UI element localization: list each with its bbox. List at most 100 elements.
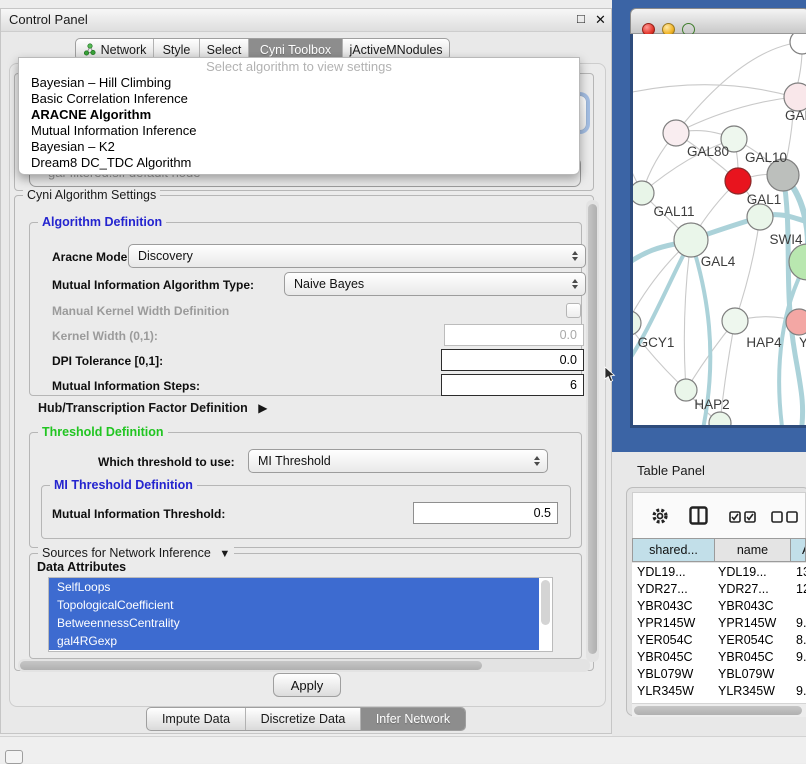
mi-type-value: Naive Bayes — [294, 277, 364, 291]
tab-infer-network[interactable]: Infer Network — [361, 708, 465, 730]
node — [789, 244, 806, 280]
mi-threshold-label: Mutual Information Threshold: — [52, 507, 225, 521]
network-window[interactable]: GAL GAL80 GAL10 GAL1 GAL11 SWI4 GAL4 GCY… — [630, 8, 806, 428]
node — [790, 34, 806, 54]
aracne-mode-value: Discovery — [138, 249, 193, 263]
status-bar — [0, 736, 806, 763]
table-row[interactable]: YBR043C YBR043C — [632, 597, 806, 614]
combo-arrows-icon — [534, 456, 540, 466]
table-panel-title: Table Panel — [637, 463, 705, 478]
kernel-width-field[interactable]: 0.0 — [444, 324, 584, 346]
dropdown-item[interactable]: Basic Correlation Inference — [19, 91, 579, 107]
svg-text:GAL1: GAL1 — [747, 192, 782, 207]
tab-discretize-data[interactable]: Discretize Data — [246, 708, 361, 730]
tab-impute-data[interactable]: Impute Data — [147, 708, 246, 730]
algorithm-dropdown-menu: Select algorithm to view settings Bayesi… — [18, 57, 580, 175]
manual-kernel-checkbox[interactable] — [566, 303, 581, 318]
column-header-clipped[interactable]: A — [791, 539, 805, 561]
mi-threshold-group: MI Threshold Definition Mutual Informati… — [41, 485, 571, 539]
svg-text:HAP4: HAP4 — [746, 335, 782, 350]
dropdown-item-selected[interactable]: ARACNE Algorithm — [19, 107, 579, 123]
settings-hscrollbar[interactable] — [18, 659, 590, 672]
table-row[interactable]: YBL079W YBL079W — [632, 665, 806, 682]
hub-expander[interactable]: Hub/Transcription Factor Definition ▶ — [38, 401, 267, 415]
table-toolbar — [632, 492, 806, 538]
aracne-mode-combobox[interactable]: Discovery — [128, 244, 586, 268]
split-columns-icon[interactable] — [689, 506, 709, 530]
mouse-cursor — [604, 366, 616, 388]
hub-expander-label: Hub/Transcription Factor Definition — [38, 401, 248, 415]
combo-arrows-icon — [572, 279, 578, 289]
column-header-name[interactable]: name — [715, 539, 791, 561]
table-panel: Table Panel shared... — [612, 452, 806, 736]
node — [747, 204, 773, 230]
svg-text:GAL10: GAL10 — [745, 150, 787, 165]
data-attributes-list[interactable]: SelfLoops TopologicalCoefficient Between… — [48, 577, 553, 652]
list-item[interactable]: TopologicalCoefficient — [49, 596, 539, 614]
list-item[interactable]: gal4RGexp — [49, 632, 539, 650]
algorithm-definition-title: Algorithm Definition — [38, 215, 166, 229]
dropdown-item[interactable]: Bayesian – Hill Climbing — [19, 75, 579, 91]
mi-threshold-field[interactable]: 0.5 — [413, 502, 558, 524]
dropdown-item[interactable]: Mutual Information Inference — [19, 123, 579, 139]
settings-group-title: Cyni Algorithm Settings — [23, 188, 160, 202]
manual-kernel-label: Manual Kernel Width Definition — [52, 304, 229, 318]
dpi-tolerance-field[interactable]: 0.0 — [441, 349, 584, 371]
cyni-algorithm-settings-group: Cyni Algorithm Settings Algorithm Defini… — [14, 195, 594, 671]
svg-text:GAL4: GAL4 — [701, 254, 736, 269]
table-row[interactable]: YER054C YER054C 8. — [632, 631, 806, 648]
apply-button[interactable]: Apply — [273, 673, 341, 697]
which-threshold-combobox[interactable]: MI Threshold — [248, 449, 548, 473]
combo-arrows-icon — [572, 251, 578, 261]
mi-steps-field[interactable]: 6 — [441, 374, 584, 396]
node — [722, 308, 748, 334]
control-panel-titlebar: Control Panel □ ✕ — [1, 9, 611, 32]
node — [663, 120, 689, 146]
list-scrollbar[interactable] — [541, 580, 550, 625]
svg-text:GAL: GAL — [785, 108, 806, 123]
gear-icon[interactable] — [651, 507, 669, 530]
settings-vscrollbar[interactable] — [586, 200, 599, 662]
table-rows[interactable]: YDL19... YDL19... 13... YDR27... YDR27..… — [632, 563, 806, 703]
dropdown-placeholder: Select algorithm to view settings — [19, 58, 579, 75]
table-row[interactable]: YBR045C YBR045C 9. — [632, 648, 806, 665]
list-item[interactable]: SelfLoops — [49, 578, 539, 596]
sources-group: Sources for Network Inference ▼ Data Att… — [29, 553, 582, 659]
table-row[interactable]: YDL19... YDL19... 13... — [632, 563, 806, 580]
list-item[interactable]: BetweennessCentrality — [49, 614, 539, 632]
mi-type-label: Mutual Information Algorithm Type: — [52, 278, 254, 292]
table-row[interactable]: YDR27... YDR27... 12... — [632, 580, 806, 597]
node — [784, 83, 806, 111]
mi-type-combobox[interactable]: Naive Bayes — [284, 272, 586, 296]
panel-title: Control Panel — [9, 12, 88, 27]
network-window-titlebar[interactable] — [630, 8, 806, 34]
node — [674, 223, 708, 257]
dropdown-item[interactable]: Bayesian – K2 — [19, 139, 579, 155]
which-threshold-label: Which threshold to use: — [98, 455, 235, 469]
unchecked-checkboxes-icon[interactable] — [771, 510, 799, 528]
network-icon — [83, 43, 96, 56]
table-row[interactable]: YLR345W YLR345W 9. — [632, 682, 806, 699]
svg-text:SWI4: SWI4 — [769, 232, 802, 247]
data-attributes-label: Data Attributes — [37, 560, 126, 574]
threshold-definition-group: Threshold Definition Which threshold to … — [29, 432, 582, 548]
mi-steps-label: Mutual Information Steps: — [52, 379, 200, 393]
bottom-tabs: Impute Data Discretize Data Infer Networ… — [146, 707, 466, 731]
node — [633, 181, 654, 205]
table-hscrollbar[interactable] — [632, 703, 806, 717]
close-icon[interactable]: ✕ — [595, 12, 606, 28]
dropdown-item[interactable]: Dream8 DC_TDC Algorithm — [19, 155, 579, 171]
aracne-mode-label: Aracne Mode: — [52, 250, 131, 264]
dpi-tolerance-label: DPI Tolerance [0,1]: — [52, 354, 163, 368]
sources-title[interactable]: Sources for Network Inference ▼ — [38, 546, 234, 560]
network-graph[interactable]: GAL GAL80 GAL10 GAL1 GAL11 SWI4 GAL4 GCY… — [633, 34, 806, 425]
sources-title-text: Sources for Network Inference — [42, 546, 211, 560]
table-row[interactable]: YPR145W YPR145W 9. — [632, 614, 806, 631]
svg-text:GCY1: GCY1 — [638, 335, 675, 350]
which-threshold-value: MI Threshold — [258, 454, 331, 468]
column-header-shared-name[interactable]: shared... — [633, 539, 715, 561]
threshold-definition-title: Threshold Definition — [38, 425, 168, 439]
float-icon[interactable]: □ — [577, 11, 585, 26]
checked-checkboxes-icon[interactable] — [729, 510, 757, 528]
network-canvas[interactable]: GAL GAL80 GAL10 GAL1 GAL11 SWI4 GAL4 GCY… — [630, 34, 806, 428]
